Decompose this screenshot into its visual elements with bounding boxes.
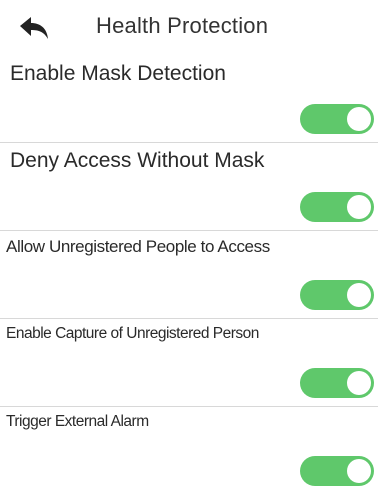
- back-arrow-icon[interactable]: [18, 16, 50, 42]
- setting-label: Enable Mask Detection: [10, 62, 226, 85]
- setting-label: Enable Capture of Unregistered Person: [6, 325, 259, 342]
- capture-unregistered-toggle[interactable]: [300, 368, 374, 398]
- toggle-knob: [347, 459, 371, 483]
- setting-label: Deny Access Without Mask: [10, 149, 265, 172]
- enable-mask-detection-toggle[interactable]: [300, 104, 374, 134]
- toggle-knob: [347, 195, 371, 219]
- toggle-knob: [347, 283, 371, 307]
- setting-row-trigger-external-alarm: Trigger External Alarm: [0, 406, 378, 494]
- page-title: Health Protection: [96, 13, 269, 38]
- deny-access-without-mask-toggle[interactable]: [300, 192, 374, 222]
- setting-row-capture-unregistered: Enable Capture of Unregistered Person: [0, 318, 378, 406]
- setting-label: Trigger External Alarm: [6, 413, 149, 430]
- toggle-knob: [347, 371, 371, 395]
- setting-row-deny-access-without-mask: Deny Access Without Mask: [0, 142, 378, 230]
- setting-row-allow-unregistered-access: Allow Unregistered People to Access: [0, 230, 378, 318]
- setting-label: Allow Unregistered People to Access: [6, 237, 270, 256]
- setting-row-enable-mask-detection: Enable Mask Detection: [0, 56, 378, 142]
- allow-unregistered-access-toggle[interactable]: [300, 280, 374, 310]
- toggle-knob: [347, 107, 371, 131]
- header-bar: Health Protection: [0, 0, 378, 56]
- settings-list: Enable Mask Detection Deny Access Withou…: [0, 56, 378, 494]
- trigger-external-alarm-toggle[interactable]: [300, 456, 374, 486]
